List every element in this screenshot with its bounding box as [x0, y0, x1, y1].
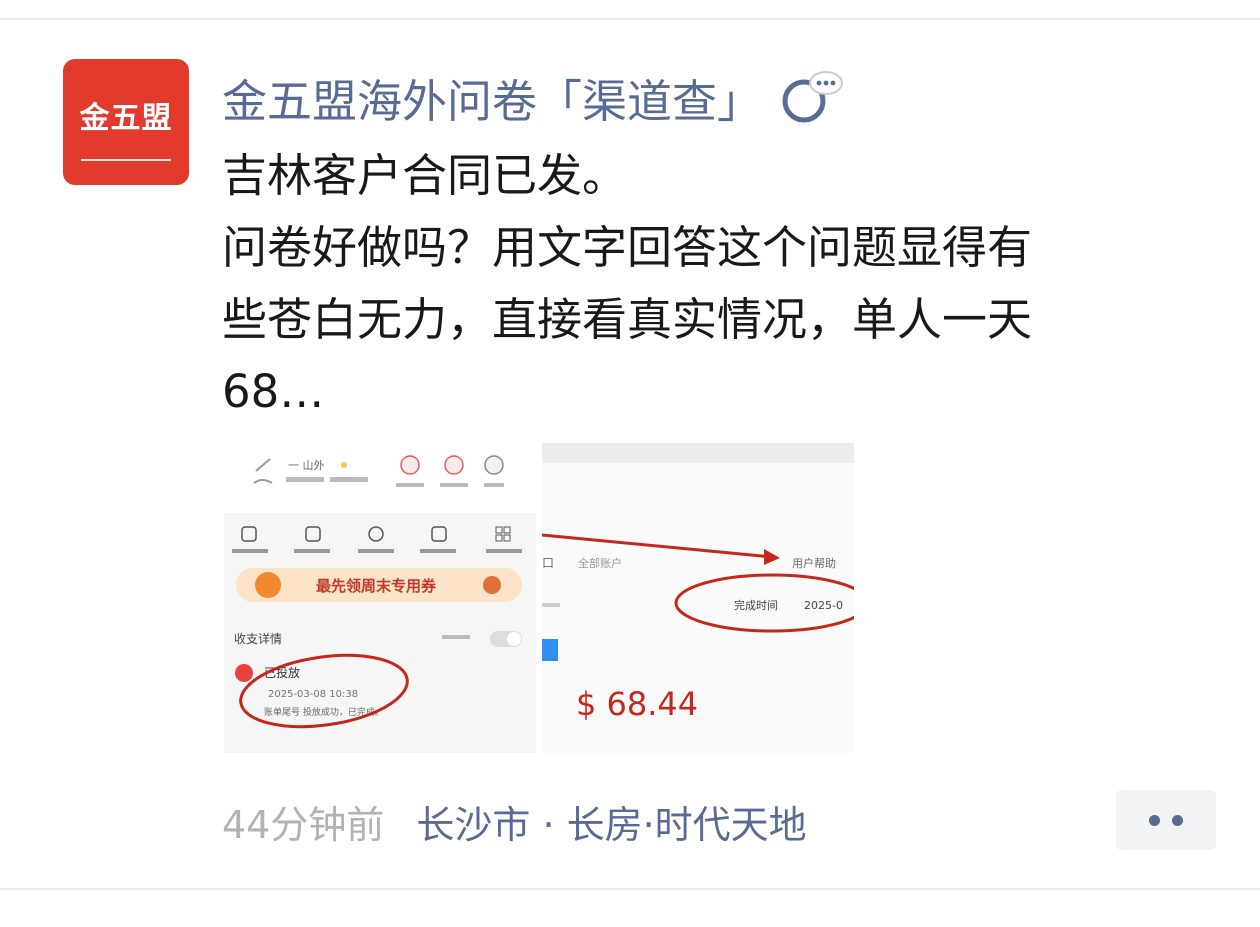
- bottom-divider: [0, 888, 1260, 890]
- top-icon-label: [440, 483, 468, 487]
- image-2-label: 口: [542, 556, 554, 570]
- field-line: [542, 603, 560, 607]
- post-image-1[interactable]: 一 山外 最先领周末专用券 收支详情 已投放 2025-03-08 10:38 …: [224, 443, 536, 753]
- amount-text: $ 68.44: [576, 685, 698, 723]
- field-label: 完成时间: [734, 598, 778, 612]
- avatar-logo-text: 金五盟: [79, 101, 173, 136]
- tab-text: 全部账户: [578, 556, 622, 570]
- status-ring-icon[interactable]: [780, 67, 850, 127]
- menu-label: [232, 549, 268, 553]
- menu-icon: [368, 526, 384, 542]
- meta-row: 44分钟前 长沙市 · 长房·时代天地: [222, 792, 807, 850]
- more-actions-button[interactable]: [1116, 790, 1216, 850]
- post-timestamp: 44分钟前: [222, 802, 385, 847]
- red-annotation-arrow: [542, 533, 773, 559]
- post-text-line: 吉林客户合同已发。: [222, 149, 628, 202]
- name-row: 金五盟海外问卷「渠道查」: [222, 64, 850, 130]
- image-1-dot: [341, 462, 347, 468]
- coupon-icon: [255, 572, 281, 598]
- toggle-label: [442, 635, 470, 639]
- avatar[interactable]: 金五盟: [63, 59, 189, 185]
- image-1-tag: 一 山外: [288, 459, 325, 472]
- image-1-header: [224, 443, 536, 513]
- grid-icon: [495, 526, 511, 542]
- record-icon: [235, 664, 253, 682]
- coupon-banner-text: 最先领周末专用券: [316, 577, 437, 595]
- record-date: 2025-03-08 10:38: [268, 689, 358, 700]
- avatar-logo-underline: [81, 159, 171, 161]
- help-link-text: 用户帮助: [792, 556, 836, 570]
- post-image-2[interactable]: 口 全部账户 用户帮助 完成时间 2025-0 $ 68.44: [542, 443, 854, 753]
- post-text-line: 68…: [222, 365, 325, 418]
- top-icon: [444, 455, 464, 475]
- top-icon-label: [484, 483, 504, 487]
- menu-label: [358, 549, 394, 553]
- nickname-link[interactable]: 金五盟海外问卷「渠道查」: [222, 65, 762, 130]
- more-dot-icon: [1149, 814, 1160, 826]
- field-date: 2025-0: [804, 599, 843, 612]
- menu-icon: [305, 526, 321, 542]
- top-icon: [400, 455, 420, 475]
- image-2-header: [542, 443, 854, 463]
- image-1-subtext: [330, 477, 368, 482]
- menu-icon: [241, 526, 257, 542]
- menu-label: [294, 549, 330, 553]
- top-divider: [0, 18, 1260, 20]
- post-text-line: 问卷好做吗？用文字回答这个问题显得有: [222, 221, 1033, 274]
- blue-button-edge: [542, 639, 558, 661]
- post-text-line: 些苍白无力，直接看真实情况，单人一天: [222, 293, 1033, 346]
- location-link[interactable]: 长沙市 · 长房·时代天地: [416, 794, 806, 849]
- post-text[interactable]: 吉林客户合同已发。 问卷好做吗？用文字回答这个问题显得有 些苍白无力，直接看真实…: [222, 140, 1212, 428]
- top-icon: [484, 455, 504, 475]
- menu-icon: [431, 526, 447, 542]
- toggle-knob: [507, 632, 521, 646]
- more-dot-icon: [1172, 814, 1183, 826]
- image-1-subtext: [286, 477, 324, 482]
- menu-label: [420, 549, 456, 553]
- coupon-arrow-icon: [483, 576, 501, 594]
- top-icon-label: [396, 483, 424, 487]
- arrow-head: [764, 549, 780, 565]
- post-media: 一 山外 最先领周末专用券 收支详情 已投放 2025-03-08 10:38 …: [224, 443, 854, 753]
- menu-label: [486, 549, 522, 553]
- image-1-menu-row: [232, 526, 522, 553]
- section-title: 收支详情: [234, 631, 282, 646]
